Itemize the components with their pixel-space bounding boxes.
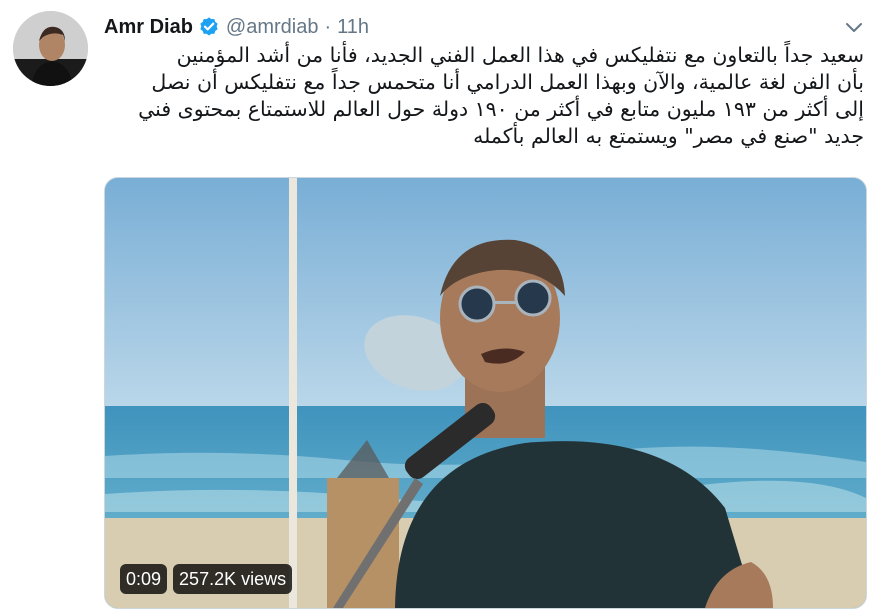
tweet-timestamp[interactable]: 11h	[337, 16, 369, 39]
video-meta: 0:09 257.2K views	[120, 564, 293, 594]
tweet-header: Amr Diab @amrdiab · 11h	[104, 14, 369, 40]
author-name[interactable]: Amr Diab	[104, 16, 193, 39]
video-player[interactable]: 0:09 257.2K views	[104, 177, 867, 609]
avatar-image	[13, 11, 88, 86]
tweet-text: سعيد جداً بالتعاون مع نتفليكس في هذا الع…	[138, 43, 864, 148]
author-handle[interactable]: @amrdiab	[226, 16, 319, 39]
chevron-down-icon[interactable]	[842, 16, 866, 40]
header-separator: ·	[324, 15, 332, 38]
author-avatar[interactable]	[13, 11, 88, 86]
video-view-count: 257.2K views	[173, 564, 293, 594]
video-duration: 0:09	[120, 564, 168, 594]
verified-badge-icon	[198, 16, 220, 38]
video-thumbnail	[105, 178, 866, 608]
